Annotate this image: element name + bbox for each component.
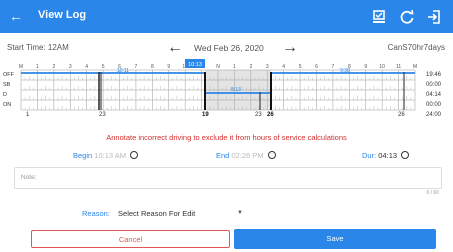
row-label-on: ON — [3, 102, 11, 108]
end-label: End — [216, 151, 230, 160]
total-sb: 00:00 — [426, 82, 442, 88]
duration: Dur: 04:13 — [362, 151, 410, 160]
hour-tick-label: 5 — [299, 64, 302, 70]
row-label-d: D — [3, 92, 7, 98]
page-title: View Log — [38, 9, 87, 21]
bottom-label: 26 — [398, 112, 405, 118]
total-all: 24:00 — [426, 112, 442, 118]
hour-tick-label: 5 — [102, 64, 105, 70]
hour-tick-label: 4 — [282, 64, 285, 70]
hour-tick-label: 2 — [52, 64, 55, 70]
bottom-label: 23 — [99, 112, 106, 118]
row-label-off: OFF — [3, 72, 15, 78]
reason-label: Reason: — [82, 209, 110, 218]
begin-label: Begin — [73, 151, 93, 160]
hour-tick-label: 1 — [36, 64, 39, 70]
begin-value: 10:13 AM — [94, 151, 126, 160]
row-label-sb: SB — [3, 82, 11, 88]
hour-tick-label: M — [413, 64, 417, 70]
certify-icon[interactable] — [371, 9, 387, 25]
graph-grid — [20, 69, 416, 111]
back-arrow-icon[interactable]: ← — [8, 7, 24, 25]
refresh-icon[interactable] — [399, 9, 415, 25]
hour-tick-label: N — [216, 64, 220, 70]
hour-tick-label: 9 — [364, 64, 367, 70]
date-navigation: Start Time: 12AM ← Wed Feb 26, 2020 → Ca… — [0, 39, 453, 57]
start-time: Start Time: 12AM — [7, 43, 69, 52]
note-field[interactable]: Note: — [14, 167, 442, 189]
duration-value: 04:13 — [378, 151, 398, 160]
dropdown-caret-icon[interactable]: ▼ — [237, 210, 243, 216]
save-button[interactable]: Save — [234, 229, 436, 249]
note-character-counter: 0 / 60 — [426, 190, 439, 196]
end-value: 02:26 PM — [231, 151, 264, 160]
duration-label: Dur: — [362, 151, 377, 160]
total-on: 00:00 — [426, 102, 442, 108]
bottom-label: 1 — [26, 112, 30, 118]
segment-duration-label: 10:11 — [117, 68, 129, 74]
next-day-arrow-icon[interactable]: → — [282, 39, 298, 57]
note-placeholder: Note: — [21, 174, 37, 181]
logout-icon[interactable] — [426, 9, 442, 25]
previous-day-arrow-icon[interactable]: ← — [167, 39, 183, 57]
hour-tick-label: 7 — [135, 64, 138, 70]
duty-status-graph[interactable]: M1234567891011N1234567891011M 10:13 OFF … — [0, 58, 453, 120]
hour-tick-label: M — [19, 64, 23, 70]
hour-tick-label: 1 — [233, 64, 236, 70]
ruleset-label: CanS70hr7days — [387, 43, 445, 52]
bottom-label: 19 — [202, 112, 209, 118]
log-date: Wed Feb 26, 2020 — [194, 43, 264, 53]
warning-message: Annotate incorrect driving to exclude it… — [106, 133, 347, 142]
hour-labels: M1234567891011N1234567891011M — [19, 64, 417, 70]
cancel-button[interactable]: Cancel — [31, 230, 230, 248]
selection-time-label: 10:13 — [188, 62, 202, 68]
hour-tick-label: 2 — [249, 64, 252, 70]
hour-tick-label: 11 — [396, 64, 401, 70]
bottom-label: 23 — [255, 112, 262, 118]
hour-tick-label: 9 — [167, 64, 170, 70]
hour-tick-label: 3 — [266, 64, 269, 70]
begin-time[interactable]: Begin 10:13 AM — [73, 151, 139, 160]
hour-tick-label: 8 — [151, 64, 154, 70]
total-d: 04:14 — [426, 92, 442, 98]
clock-icon — [401, 151, 410, 159]
hour-tick-label: 3 — [69, 64, 72, 70]
clock-icon[interactable] — [130, 151, 139, 159]
reason-select[interactable]: Reason: Select Reason For Edit ▼ — [82, 209, 243, 218]
app-bar: ← View Log — [0, 0, 453, 33]
hour-tick-label: 6 — [315, 64, 318, 70]
reason-value: Select Reason For Edit — [118, 209, 196, 218]
segment-duration-label: 9:38 — [340, 68, 350, 74]
bottom-label: 26 — [267, 112, 274, 118]
total-off: 19:46 — [426, 72, 442, 78]
hour-tick-label: 10 — [379, 64, 385, 70]
end-time[interactable]: End 02:26 PM — [216, 151, 276, 160]
clock-icon[interactable] — [267, 151, 276, 159]
segment-duration-label: 8:13 — [231, 87, 241, 93]
hour-tick-label: 7 — [332, 64, 335, 70]
hour-tick-label: 4 — [85, 64, 88, 70]
